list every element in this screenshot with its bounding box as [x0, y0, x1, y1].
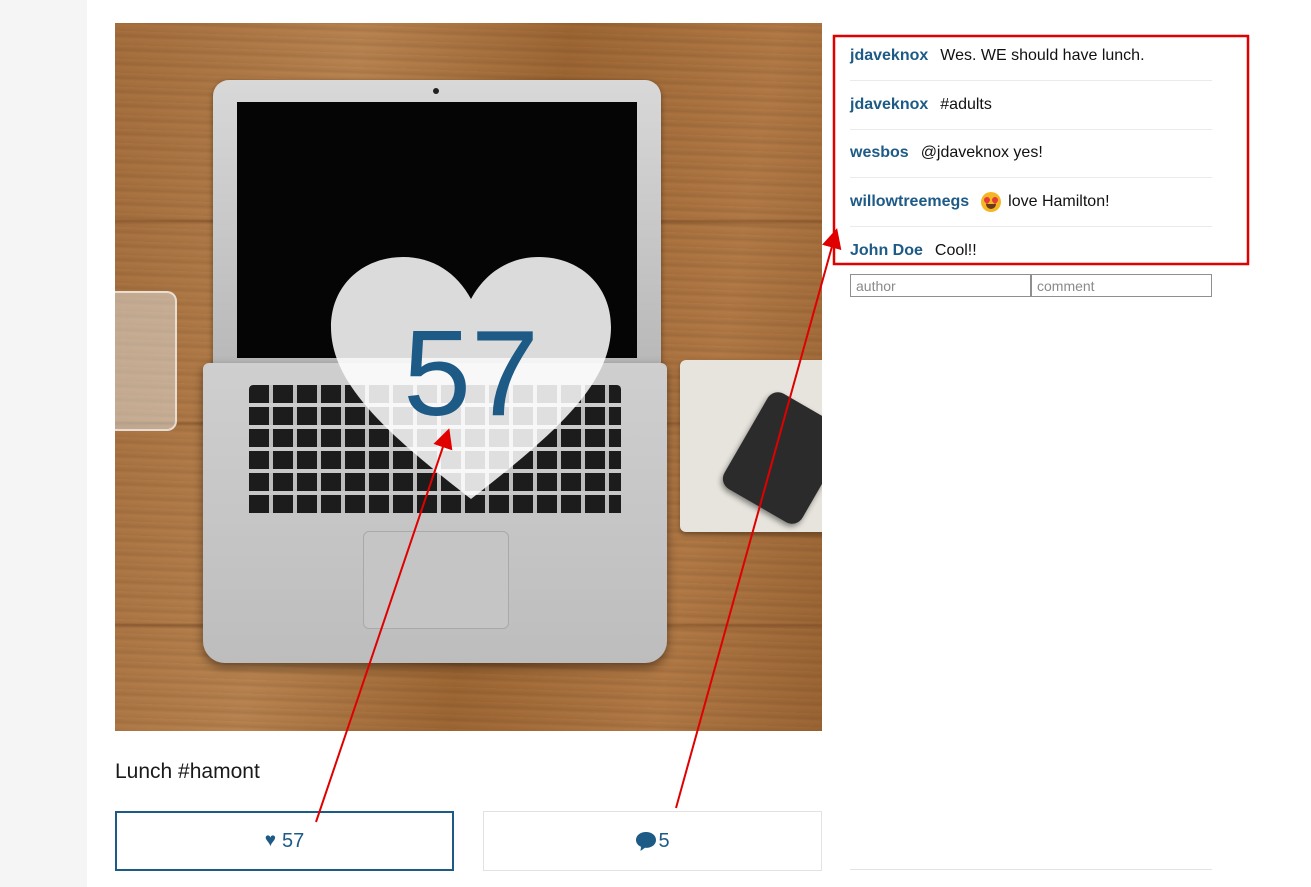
- comment-item: John Doe Cool!!: [850, 227, 1212, 276]
- speech-bubble-icon: [636, 832, 657, 851]
- post-caption: Lunch #hamont: [115, 760, 260, 783]
- comment-item: wesbos @jdaveknox yes!: [850, 130, 1212, 179]
- comment-author[interactable]: willowtreemegs: [850, 193, 969, 211]
- comment-item: jdaveknox #adults: [850, 81, 1212, 130]
- comment-item: jdaveknox Wes. WE should have lunch.: [850, 32, 1212, 81]
- heart-icon: ♥: [264, 830, 277, 851]
- divider: [850, 869, 1212, 870]
- comment-form: [850, 274, 1212, 297]
- comment-item: willowtreemegs love Hamilton!: [850, 178, 1212, 227]
- comment-author[interactable]: jdaveknox: [850, 96, 928, 114]
- comment-text: #adults: [940, 95, 992, 113]
- comment-author[interactable]: jdaveknox: [850, 47, 928, 65]
- author-input[interactable]: [850, 274, 1031, 297]
- comment-author[interactable]: wesbos: [850, 144, 909, 162]
- comment-text-wrap: love Hamilton!: [981, 192, 1110, 213]
- laptop-camera: [433, 88, 439, 94]
- comment-list: jdaveknox Wes. WE should have lunch. jda…: [850, 32, 1212, 276]
- like-count: 57: [282, 829, 305, 852]
- comment-count: 5: [658, 829, 670, 852]
- likes-overlay-count: 57: [403, 305, 539, 441]
- comment-input[interactable]: [1031, 274, 1212, 297]
- comment-text: Cool!!: [934, 242, 977, 260]
- comment-text: @jdaveknox yes!: [920, 144, 1043, 162]
- laptop-trackpad: [363, 531, 509, 629]
- like-button[interactable]: ♥ 57: [115, 811, 454, 871]
- page: 57 Lunch #hamont ♥ 57 5 jdaveknox Wes. W…: [87, 0, 1311, 887]
- comments-button[interactable]: 5: [483, 811, 822, 871]
- post-photo[interactable]: 57: [115, 23, 822, 731]
- comment-text: Wes. WE should have lunch.: [940, 46, 1145, 64]
- comment-author[interactable]: John Doe: [850, 242, 923, 260]
- heart-eyes-emoji-icon: [981, 192, 1002, 213]
- likes-heart-overlay: 57: [329, 255, 613, 503]
- comment-text: love Hamilton!: [1008, 193, 1110, 211]
- water-glass: [115, 291, 177, 431]
